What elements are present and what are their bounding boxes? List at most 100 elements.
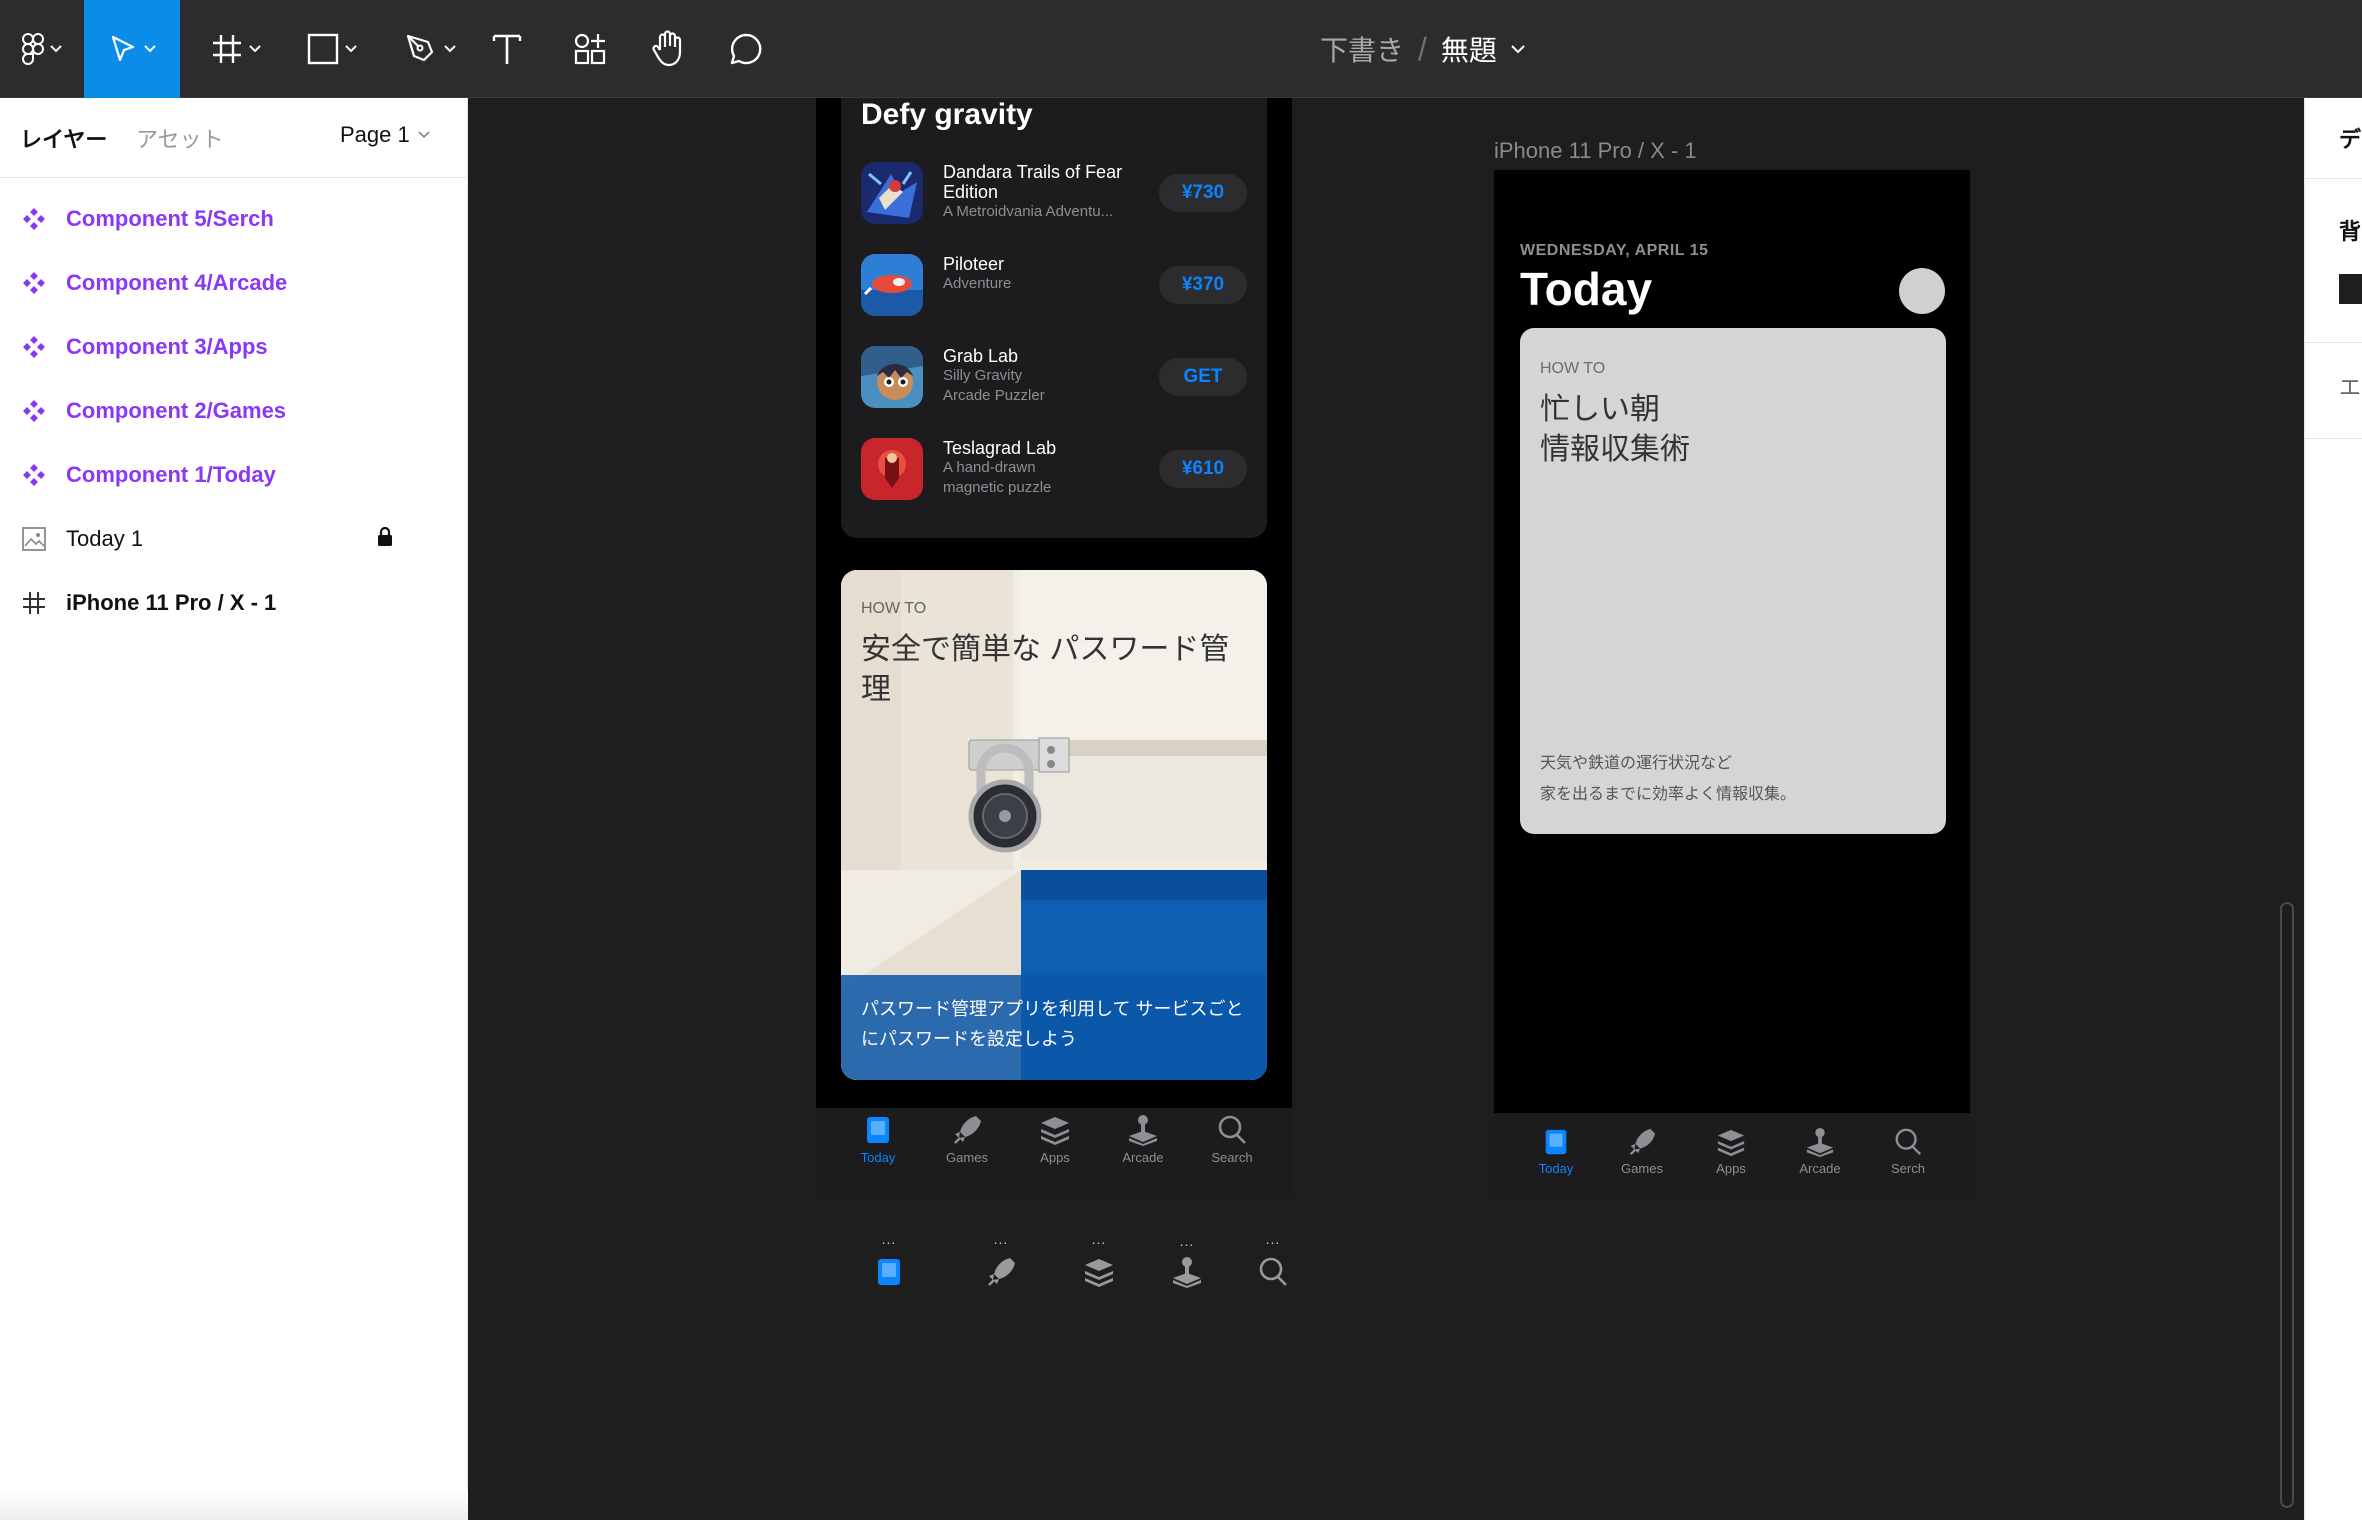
chevron-down-icon [345,45,357,53]
panel-tabs: レイヤー アセット Page 1 [0,98,468,178]
file-name[interactable]: 無題 [1441,29,1497,69]
component-games[interactable]: ... [976,1232,1026,1288]
file-title[interactable]: 下書き / 無題 [1320,0,1525,98]
draft-label[interactable]: 下書き [1320,29,1404,69]
tab-design[interactable]: デ [2339,122,2361,154]
panel-bottom-edge [0,1490,468,1520]
card-kicker: HOW TO [1540,360,1606,377]
piloteer-app-icon [861,254,923,316]
layer-item[interactable]: Component 2/Games [0,382,468,440]
chevron-down-icon [444,45,456,53]
component-icon [20,333,48,361]
avatar[interactable] [1899,268,1945,314]
tab-label: Search [1211,1150,1253,1165]
teslagrad-app-icon [861,438,923,500]
tab-today[interactable]: Today [1516,1127,1596,1176]
tab-layers[interactable]: レイヤー [20,122,107,154]
layers-icon [1041,1117,1069,1145]
layer-item[interactable]: Component 4/Arcade [0,254,468,312]
layer-item[interactable]: Component 5/Serch [0,190,468,248]
app-row[interactable]: Piloteer Adventure ¥370 [861,254,1247,334]
price-button[interactable]: ¥610 [1159,450,1247,488]
shape-tool-button[interactable] [292,0,372,98]
chevron-down-icon[interactable] [1511,44,1525,54]
layer-item[interactable]: Component 1/Today [0,446,468,504]
app-row[interactable]: Dandara Trails of Fear Edition A Metroid… [861,162,1247,242]
layer-item[interactable]: iPhone 11 Pro / X - 1 [0,574,468,632]
price-button[interactable]: ¥730 [1159,174,1247,212]
page-selector[interactable]: Page 1 [340,122,430,148]
lock-icon[interactable] [376,526,394,553]
export-label[interactable]: エ [2339,370,2361,402]
tab-bar: Today Games Apps Arcade Search [816,1108,1292,1198]
frame-tool-button[interactable] [196,0,276,98]
app-row[interactable]: Grab Lab Silly Gravity Arcade Puzzler GE… [861,346,1247,426]
tab-label: Arcade [1799,1161,1841,1176]
cursor-icon [111,35,135,62]
tab-arcade[interactable]: Arcade [1103,1114,1183,1165]
app-title: Dandara Trails of Fear Edition [943,162,1123,202]
background-color-swatch[interactable] [2339,274,2362,304]
section-title: Defy gravity [861,98,1033,131]
component-search[interactable]: ... [1248,1231,1298,1288]
title-separator: / [1418,30,1427,67]
comment-tool-button[interactable] [718,0,774,98]
layer-item[interactable]: Component 3/Apps [0,318,468,376]
tab-games[interactable]: Games [927,1114,1007,1165]
component-dots: ... [1265,1231,1281,1247]
move-tool-button[interactable] [84,0,180,98]
tab-games[interactable]: Games [1602,1127,1682,1176]
app-title: Teslagrad Lab [943,438,1057,458]
tab-label: Arcade [1122,1150,1164,1165]
component-dots: ... [1179,1233,1195,1249]
tab-search[interactable]: Search [1192,1114,1272,1165]
component-arcade[interactable]: ... [1162,1233,1212,1288]
app-title: Grab Lab [943,346,1019,366]
price-button[interactable]: ¥370 [1159,266,1247,304]
app-row[interactable]: Teslagrad Lab A hand-drawn magnetic puzz… [861,438,1247,518]
hand-tool-button[interactable] [640,0,696,98]
get-button[interactable]: GET [1159,358,1247,396]
tab-today[interactable]: Today [838,1114,918,1165]
canvas[interactable]: Defy gravity Dandara Trails of Fear Edit… [468,98,2304,1520]
chevron-down-icon [144,45,156,53]
pen-icon [406,34,434,62]
howto-morning-card[interactable]: HOW TO 忙しい朝 情報収集術 天気や鉄道の運行状況など 家を出るまでに効率… [1520,328,1946,834]
date-label: WEDNESDAY, APRIL 15 [1520,242,1709,259]
howto-password-card[interactable]: HOW TO 安全で簡単な パスワード管理 パスワード管理アプリを利用して サー… [841,570,1267,1080]
canvas-scrollbar[interactable] [2280,902,2294,1508]
tab-arcade[interactable]: Arcade [1780,1127,1860,1176]
component-apps[interactable]: ... [1074,1232,1124,1288]
card-kicker: HOW TO [861,600,927,617]
defy-gravity-card[interactable]: Defy gravity Dandara Trails of Fear Edit… [841,98,1267,538]
phone-frame-left[interactable]: Defy gravity Dandara Trails of Fear Edit… [816,98,1292,1198]
layer-label: Component 4/Arcade [66,270,288,295]
app-name: Piloteer Adventure [943,254,1143,294]
tab-apps[interactable]: Apps [1015,1114,1095,1165]
resources-icon [574,33,606,65]
tab-label: Games [946,1150,988,1165]
comment-icon [730,33,762,65]
tab-assets[interactable]: アセット [136,122,224,154]
chevron-down-icon [249,45,261,53]
phone-frame-right[interactable]: WEDNESDAY, APRIL 15 Today HOW TO 忙しい朝 情報… [1494,170,1970,1200]
tab-bar: Today Games Apps Arcade Serch [1494,1113,1970,1200]
text-icon [492,34,522,64]
tab-search[interactable]: Serch [1868,1127,1948,1176]
tab-label: Apps [1716,1161,1746,1176]
dandara-app-icon [861,162,923,224]
component-today[interactable]: ... [864,1232,914,1288]
resources-tool-button[interactable] [562,0,618,98]
tab-apps[interactable]: Apps [1691,1127,1771,1176]
grab-lab-app-icon [861,346,923,408]
text-tool-button[interactable] [482,0,532,98]
main-menu-button[interactable] [0,0,84,98]
pen-tool-button[interactable] [388,0,472,98]
background-label: 背 [2339,219,2362,244]
card-caption-line: 天気や鉄道の運行状況など [1540,755,1733,772]
layer-label: Today 1 [66,526,144,551]
card-caption-line: 家を出るまでに効率よく情報収集。 [1540,786,1797,803]
layer-item[interactable]: Today 1 [0,510,468,568]
frame-label[interactable]: iPhone 11 Pro / X - 1 [1494,138,1697,164]
card-title-line: 忙しい朝 [1540,393,1660,426]
